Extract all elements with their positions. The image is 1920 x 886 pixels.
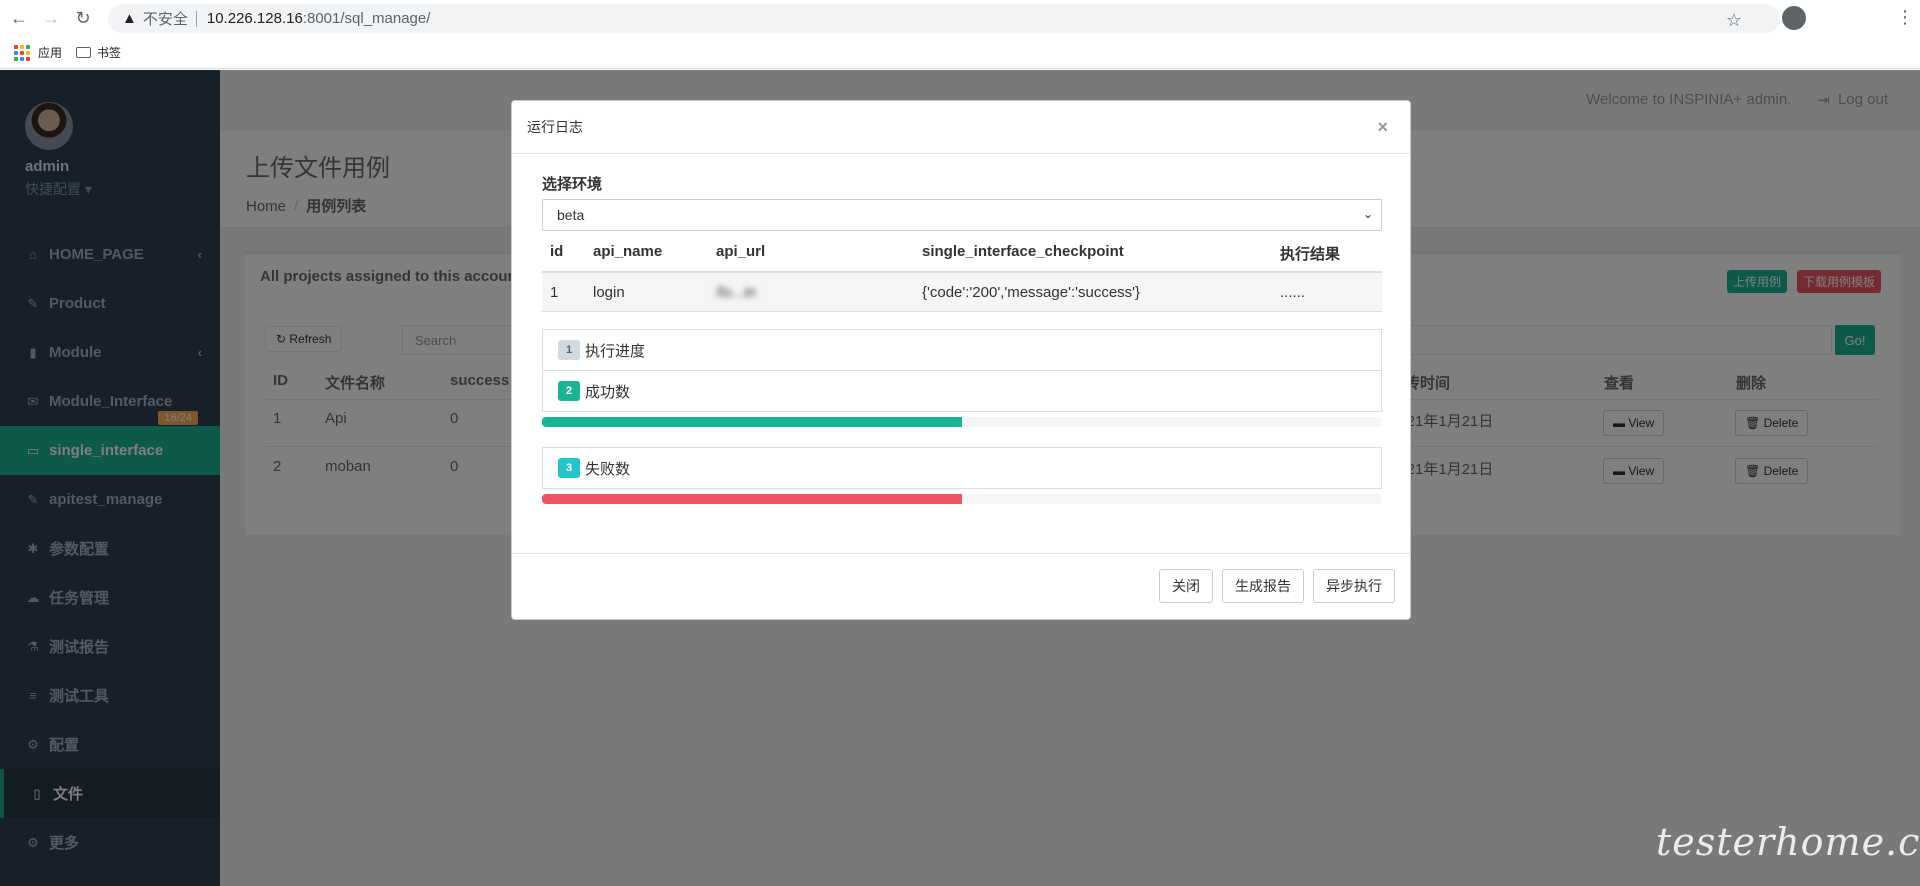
- bookmark-apps-label: 应用: [38, 46, 63, 60]
- reload-icon[interactable]: ↻: [70, 6, 96, 32]
- chevron-down-icon: ⌄: [1362, 207, 1373, 221]
- bookmark-star-icon[interactable]: ☆: [1726, 10, 1742, 31]
- progress-label-3: 失败数: [585, 460, 631, 478]
- step-badge-1: 1: [558, 340, 580, 360]
- column-header-api-name: api_name: [593, 243, 663, 260]
- column-header-result: 执行结果: [1280, 246, 1341, 263]
- modal-title: 运行日志: [527, 119, 583, 135]
- apps-grid-icon: [14, 44, 30, 61]
- bookmark-folder-label: 书签: [97, 46, 122, 60]
- row-result: ......: [1280, 284, 1306, 301]
- browser-toolbar: ← → ↻ ▲ 不安全 10.226.128.16 :8001/sql_mana…: [0, 0, 1920, 37]
- back-arrow-icon[interactable]: ←: [6, 6, 32, 32]
- address-bar[interactable]: ▲ 不安全 10.226.128.16 :8001/sql_manage/ ☆: [108, 4, 1806, 33]
- insecure-label: 不安全: [142, 11, 188, 28]
- column-header-checkpoint: single_interface_checkpoint: [922, 243, 1124, 260]
- progress-label-1: 执行进度: [585, 342, 646, 360]
- row-id: 1: [550, 284, 559, 301]
- step-badge-3: 3: [558, 458, 580, 478]
- progress-group-1: 1 执行进度: [542, 329, 1382, 371]
- row-checkpoint: {'code':'200','message':'success'}: [922, 284, 1141, 301]
- bookmark-folder[interactable]: 书签: [76, 44, 121, 61]
- progress-group-3: 3 失败数: [542, 447, 1382, 489]
- run-log-modal: 运行日志 × 选择环境 beta ⌄ id api_name api_url s…: [511, 100, 1411, 620]
- success-progress-fill: [542, 417, 962, 427]
- bookmarks-bar: 应用 书签: [0, 37, 1920, 69]
- success-progress-bar: [542, 417, 1382, 427]
- fail-progress-fill: [542, 494, 962, 504]
- close-button[interactable]: 关闭: [1159, 569, 1213, 603]
- row-api-name: login: [593, 284, 625, 301]
- env-label: 选择环境: [542, 176, 603, 193]
- column-header-id: id: [550, 243, 564, 260]
- account-icon[interactable]: [1782, 6, 1806, 30]
- modal-header: 运行日志 ×: [512, 101, 1410, 154]
- row-divider: [542, 311, 1382, 312]
- row-api-url: /lo...in: [716, 284, 757, 301]
- env-select[interactable]: beta ⌄: [542, 199, 1382, 231]
- async-run-button[interactable]: 异步执行: [1313, 569, 1395, 603]
- forward-arrow-icon[interactable]: →: [38, 6, 64, 32]
- warning-icon: ▲: [122, 10, 137, 27]
- env-selected-value: beta: [557, 207, 585, 223]
- modal-footer: 关闭 生成报告 异步执行: [512, 553, 1410, 619]
- bookmark-apps[interactable]: 应用: [14, 44, 62, 61]
- fail-progress-bar: [542, 494, 1382, 504]
- watermark: testerhome.com: [1656, 820, 1920, 864]
- folder-icon: [76, 47, 92, 58]
- browser-menu-icon[interactable]: ⋮: [1896, 7, 1914, 28]
- url-path: :8001/sql_manage/: [302, 10, 431, 27]
- address-divider: [195, 10, 197, 27]
- close-icon[interactable]: ×: [1377, 117, 1388, 138]
- url-host: 10.226.128.16: [206, 10, 303, 27]
- progress-label-2: 成功数: [585, 383, 631, 401]
- generate-report-button[interactable]: 生成报告: [1222, 569, 1304, 603]
- progress-group-2: 2 成功数: [542, 370, 1382, 412]
- step-badge-2: 2: [558, 381, 580, 401]
- column-header-api-url: api_url: [716, 243, 766, 260]
